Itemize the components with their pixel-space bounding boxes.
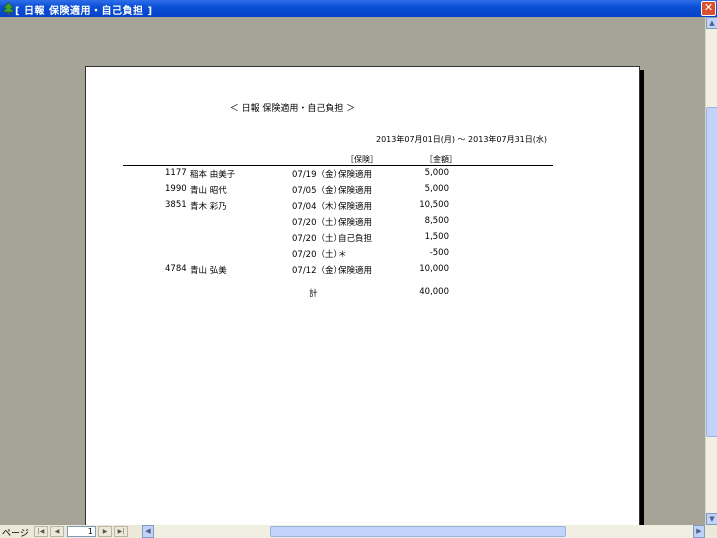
patient-id: 1990 [165, 184, 187, 194]
patient-name: 稲本 由美子 [190, 170, 236, 180]
visit-date: 07/05（金） [292, 186, 342, 196]
amount: 1,500 [424, 232, 449, 242]
patient-id: 3851 [165, 200, 187, 210]
amount-column-header: ［金額］ [425, 155, 457, 164]
vertical-scrollbar[interactable]: ▲ ▼ [705, 17, 717, 525]
header-rule [123, 165, 553, 166]
visit-date: 07/12（金） [292, 266, 342, 276]
table-row: 07/20（土） 保険適用 8,500 [86, 216, 639, 232]
prev-page-button[interactable]: ◀ [50, 526, 64, 537]
close-button[interactable]: ✕ [701, 1, 716, 16]
visit-date: 07/20（土） [292, 218, 342, 228]
scrollbar-corner [705, 525, 717, 538]
amount: 10,500 [419, 200, 449, 210]
payment-kind: 保険適用 [338, 266, 373, 276]
patient-name: 青山 弘美 [190, 266, 227, 276]
horizontal-scrollbar[interactable]: ◀ ▶ [142, 525, 705, 538]
vertical-scroll-thumb[interactable] [706, 107, 717, 437]
payment-kind: ＊ [338, 250, 347, 260]
insurance-column-header: ［保険］ [346, 155, 378, 164]
patient-name: 青山 昭代 [190, 186, 227, 196]
report-title: ＜ 日報 保険適用・自己負担 ＞ [229, 104, 356, 114]
scroll-left-button[interactable]: ◀ [142, 525, 154, 538]
table-row: 07/20（土） ＊ -500 [86, 248, 639, 264]
title-bar: [ 日報 保険適用・自己負担 ] ✕ [0, 0, 717, 17]
first-page-button[interactable]: |◀ [34, 526, 48, 537]
amount: 5,000 [424, 168, 449, 178]
total-value: 40,000 [419, 287, 449, 297]
total-label: 計 [309, 289, 318, 299]
report-period: 2013年07月01日(月) ～ 2013年07月31日(水) [376, 135, 548, 144]
patient-id: 4784 [165, 264, 187, 274]
table-row: 07/20（土） 自己負担 1,500 [86, 232, 639, 248]
visit-date: 07/20（土） [292, 250, 342, 260]
payment-kind: 保険適用 [338, 202, 373, 212]
visit-date: 07/20（土） [292, 234, 342, 244]
horizontal-scroll-thumb[interactable] [270, 526, 566, 537]
visit-date: 07/19（金） [292, 170, 342, 180]
patient-id: 1177 [165, 168, 187, 178]
page-navigation-bar: ページ |◀ ◀ 1 ▶ ▶| ◀ ▶ [0, 525, 717, 538]
payment-kind: 自己負担 [338, 234, 373, 244]
next-page-button[interactable]: ▶ [98, 526, 112, 537]
amount: -500 [429, 248, 449, 258]
page-number-input[interactable]: 1 [67, 526, 96, 537]
amount: 5,000 [424, 184, 449, 194]
visit-date: 07/04（木） [292, 202, 342, 212]
last-page-button[interactable]: ▶| [114, 526, 128, 537]
payment-kind: 保険適用 [338, 218, 373, 228]
amount: 8,500 [424, 216, 449, 226]
preview-viewport[interactable]: ＜ 日報 保険適用・自己負担 ＞ 2013年07月01日(月) ～ 2013年0… [0, 17, 705, 525]
tree-icon [2, 2, 15, 15]
scroll-up-button[interactable]: ▲ [706, 17, 717, 29]
scroll-right-button[interactable]: ▶ [693, 525, 705, 538]
table-row: 4784 青山 弘美 07/12（金） 保険適用 10,000 [86, 264, 639, 280]
page-label: ページ [2, 529, 29, 538]
table-row: 1177 稲本 由美子 07/19（金） 保険適用 5,000 [86, 168, 639, 184]
window-title: [ 日報 保険適用・自己負担 ] [15, 6, 153, 17]
table-row: 1990 青山 昭代 07/05（金） 保険適用 5,000 [86, 184, 639, 200]
table-row: 3851 青木 彩乃 07/04（木） 保険適用 10,500 [86, 200, 639, 216]
scroll-down-button[interactable]: ▼ [706, 513, 717, 525]
payment-kind: 保険適用 [338, 170, 373, 180]
amount: 10,000 [419, 264, 449, 274]
patient-name: 青木 彩乃 [190, 202, 227, 212]
payment-kind: 保険適用 [338, 186, 373, 196]
report-page: ＜ 日報 保険適用・自己負担 ＞ 2013年07月01日(月) ～ 2013年0… [85, 66, 640, 525]
